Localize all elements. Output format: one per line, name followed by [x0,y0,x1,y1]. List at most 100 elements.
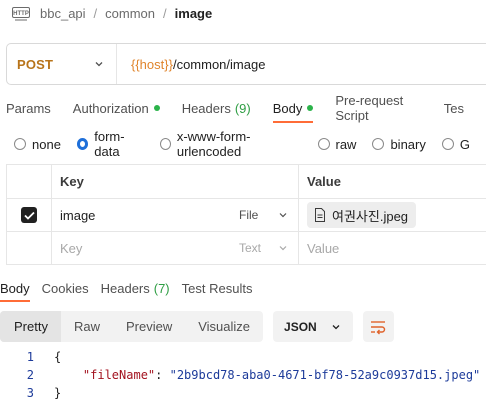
tab-headers[interactable]: Headers (9) [182,92,251,124]
radio-graphql[interactable]: G [441,136,470,152]
radio-label: G [459,136,470,152]
url-variable: {{host}} [131,56,173,72]
key-input[interactable]: image [52,199,231,231]
http-icon: HTTP [12,7,30,21]
chevron-down-icon [279,213,287,218]
code-line: 2 "fileName": "2b9bcd78-aba0-4671-bf78-5… [0,366,486,384]
tab-label: Tes [443,100,464,116]
code-line: 3} [0,384,486,402]
column-header-key: Key [52,165,299,198]
chevron-down-icon [95,62,103,67]
tab-pre-request-script[interactable]: Pre-request Script [335,92,421,124]
json-string-value: "2b9bcd78-aba0-4671-bf78-52a9c0937d15.jp… [169,368,481,382]
radio-button[interactable] [159,138,171,150]
radio-button[interactable] [441,138,454,150]
status-dot [153,105,160,111]
radio-button[interactable] [76,138,89,150]
url-path: /common/image [172,56,266,72]
tab-count: (7) [153,280,170,296]
tab-label: Authorization [72,100,149,116]
breadcrumb-separator: / [163,5,167,21]
tab-response-body[interactable]: Body [0,277,30,302]
radio-label: form-data [94,129,125,159]
radio-form-data[interactable]: form-data [76,129,144,159]
chevron-down-icon [279,246,287,251]
body-type-radio-group: none form-data x-www-form-urlencoded raw… [14,129,486,159]
tab-params[interactable]: Params [6,92,51,124]
view-raw-button[interactable]: Raw [61,311,113,342]
tab-body[interactable]: Body [272,92,314,124]
response-tabs: Body Cookies Headers (7) Test Results [0,277,486,302]
type-label: Text [239,241,262,255]
tab-label: Headers [181,100,231,116]
method-label: POST [17,56,54,72]
tab-authorization[interactable]: Authorization [73,92,160,124]
line-number: 3 [26,386,34,400]
request-tabs: Params Authorization Headers (9) Body Pre… [0,92,486,124]
radio-x-www-form-urlencoded[interactable]: x-www-form-urlencoded [159,129,302,159]
tab-test-results[interactable]: Test Results [182,277,253,299]
view-visualize-button[interactable]: Visualize [185,311,263,342]
line-number: 2 [26,368,34,382]
breadcrumb-folder[interactable]: common [105,6,155,21]
response-view-toolbar: Pretty Raw Preview Visualize JSON [0,311,394,342]
file-name: 여권사진.jpeg [332,208,409,224]
file-chip[interactable]: 여권사진.jpeg [307,202,417,228]
format-dropdown[interactable]: JSON [273,311,353,342]
radio-raw[interactable]: raw [317,137,356,152]
code-line: 1{ [0,348,486,366]
radio-label: binary [390,136,426,152]
file-icon [315,208,325,222]
row-check-cell [6,232,52,264]
view-mode-segmented-control: Pretty Raw Preview Visualize [0,311,264,342]
type-dropdown[interactable]: Text [231,232,299,264]
wrap-lines-icon [371,320,386,334]
row-enabled-checkbox[interactable] [21,207,37,223]
radio-label: x-www-form-urlencoded [176,129,251,159]
json-key: "fileName" [82,368,156,382]
view-preview-button[interactable]: Preview [113,311,185,342]
tab-label: Params [6,100,51,116]
response-body-viewer[interactable]: 1{ 2 "fileName": "2b9bcd78-aba0-4671-bf7… [0,348,486,402]
tab-label: Pre-request Script [335,93,404,123]
form-data-table: Key Value image File 여권사진.jpeg Key Text … [6,164,486,265]
line-number: 1 [26,350,34,364]
tab-cookies[interactable]: Cookies [42,277,89,299]
value-placeholder: Value [307,240,340,256]
checkmark-icon [23,211,35,220]
tab-label: Body [272,100,303,116]
type-label: File [239,208,259,222]
key-input[interactable]: Key [52,232,231,264]
breadcrumb-collection[interactable]: bbc_api [40,6,86,21]
status-dot [307,105,314,111]
svg-text:HTTP: HTTP [13,11,29,17]
format-label: JSON [284,319,317,334]
method-dropdown[interactable]: POST [7,44,117,84]
key-value: image [60,207,96,223]
header-check-cell [6,165,52,198]
request-url-bar: POST {{host}}/common/image [6,43,486,85]
url-input[interactable]: {{host}}/common/image [117,57,265,72]
tab-tests[interactable]: Tes [444,92,464,124]
radio-button[interactable] [317,138,330,150]
tab-label: Headers [100,280,150,296]
tab-response-headers[interactable]: Headers (7) [101,277,170,299]
value-input[interactable]: Value [299,232,486,264]
radio-button[interactable] [372,138,385,150]
row-check-cell [6,199,52,231]
tab-label: Cookies [41,280,89,296]
radio-button[interactable] [14,138,26,150]
value-cell: 여권사진.jpeg [299,199,486,231]
table-row: image File 여권사진.jpeg [6,199,486,232]
view-pretty-button[interactable]: Pretty [0,311,61,342]
table-row-placeholder: Key Text Value [6,232,486,265]
column-header-value: Value [307,174,341,189]
key-placeholder: Key [60,240,83,256]
type-dropdown[interactable]: File [231,199,299,231]
radio-none[interactable]: none [14,137,61,152]
json-colon: : [155,368,170,382]
radio-binary[interactable]: binary [372,136,426,152]
breadcrumb-request-name[interactable]: image [175,6,213,21]
breadcrumb-separator: / [93,5,98,21]
wrap-lines-button[interactable] [362,311,394,342]
